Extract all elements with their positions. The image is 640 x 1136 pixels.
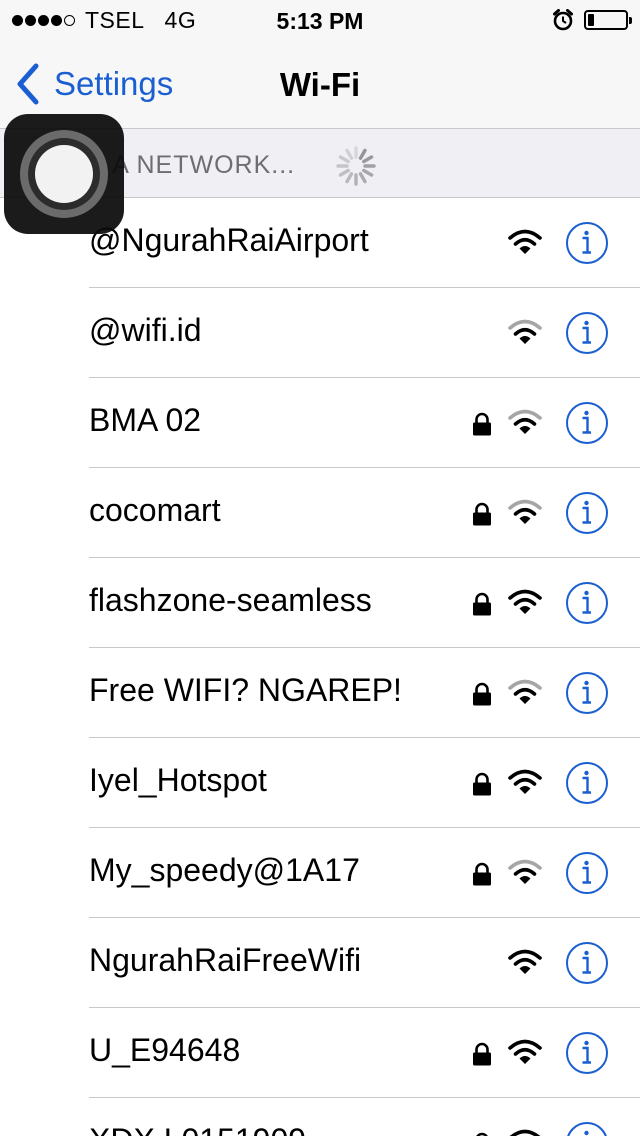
spinner-spoke <box>362 155 374 164</box>
network-list: @NgurahRaiAirport @wifi.id BMA 02 cocomart f… <box>0 198 640 1136</box>
lock-icon <box>473 502 491 526</box>
info-icon <box>582 590 591 614</box>
info-icon <box>582 230 591 254</box>
lock-icon <box>476 1132 488 1136</box>
spinner-spoke <box>358 172 367 184</box>
battery-level <box>588 14 594 26</box>
status-bar: TSEL 4G 5:13 PM <box>0 0 640 40</box>
network-row[interactable]: Iyel_Hotspot <box>0 738 640 828</box>
network-info-button[interactable] <box>566 1122 608 1136</box>
info-icon <box>582 770 591 794</box>
wifi-signal-icon <box>508 229 542 254</box>
network-row[interactable]: @wifi.id <box>0 288 640 378</box>
status-right <box>552 8 632 32</box>
loading-spinner-icon <box>336 146 376 186</box>
network-name: cocomart <box>89 492 221 528</box>
wifi-signal-icon <box>508 499 542 524</box>
network-row[interactable]: flashzone-seamless <box>0 558 640 648</box>
network-name: @wifi.id <box>89 312 202 348</box>
info-icon <box>584 1130 589 1136</box>
spinner-spoke <box>345 172 354 184</box>
assistive-touch-core <box>35 145 93 203</box>
info-icon <box>582 1040 591 1064</box>
info-icon <box>582 860 591 884</box>
wifi-signal-icon <box>508 409 542 434</box>
network-name: NgurahRaiFreeWifi <box>89 942 362 978</box>
spinner-spoke <box>338 155 350 164</box>
wifi-signal-icon <box>508 319 542 344</box>
network-info-button[interactable] <box>566 852 608 894</box>
network-name: U_E94648 <box>89 1032 241 1068</box>
info-icon <box>582 950 591 974</box>
assistive-touch-button[interactable] <box>4 114 124 234</box>
wifi-signal-icon <box>508 589 542 614</box>
alarm-clock-icon <box>553 9 573 31</box>
network-name: @NgurahRaiAirport <box>89 222 369 258</box>
spinner-spoke <box>338 168 350 177</box>
network-info-button[interactable] <box>566 222 608 264</box>
network-name: My_speedy@1A17 <box>89 852 360 888</box>
network-info-button[interactable] <box>566 1032 608 1074</box>
lock-icon <box>473 412 491 436</box>
network-row[interactable]: U_E94648 <box>0 1008 640 1098</box>
page-title: Wi-Fi <box>279 66 361 103</box>
network-row[interactable]: cocomart <box>0 468 640 558</box>
status-time: 5:13 PM <box>276 8 364 34</box>
spinner-spoke <box>358 148 367 160</box>
wifi-signal-icon <box>508 769 542 794</box>
network-info-button[interactable] <box>566 312 608 354</box>
battery-nub <box>629 17 632 24</box>
spinner-spoke <box>362 168 374 177</box>
lock-icon <box>473 682 491 706</box>
network-name: Iyel_Hotspot <box>89 762 267 798</box>
network-name: flashzone-seamless <box>89 582 372 618</box>
network-name: Free WIFI? NGAREP! <box>89 672 402 708</box>
info-icon <box>582 320 591 344</box>
battery-icon <box>584 10 632 30</box>
network-row[interactable]: BMA 02 <box>0 378 640 468</box>
network-row[interactable]: XDX L0151909 <box>0 1098 640 1136</box>
info-icon <box>582 410 591 434</box>
network-row[interactable]: My_speedy@1A17 <box>0 828 640 918</box>
network-info-button[interactable] <box>566 492 608 534</box>
wifi-signal-icon <box>508 1039 542 1064</box>
lock-icon <box>473 1042 491 1066</box>
network-name: BMA 02 <box>89 402 202 438</box>
network-info-button[interactable] <box>566 762 608 804</box>
wifi-signal-icon <box>508 679 542 704</box>
spinner-spoke <box>345 148 354 160</box>
network-info-button[interactable] <box>566 582 608 624</box>
lock-icon <box>473 592 491 616</box>
network-info-button[interactable] <box>566 942 608 984</box>
wifi-signal-icon <box>509 1129 541 1136</box>
info-icon <box>582 500 591 524</box>
wifi-signal-icon <box>508 949 542 974</box>
network-info-button[interactable] <box>566 402 608 444</box>
info-icon <box>582 680 591 704</box>
network-name: XDX L0151909 <box>89 1122 306 1136</box>
wifi-signal-icon <box>508 859 542 884</box>
lock-icon <box>473 772 491 796</box>
network-row[interactable]: Free WIFI? NGAREP! <box>0 648 640 738</box>
lock-icon <box>473 862 491 886</box>
network-info-button[interactable] <box>566 672 608 714</box>
network-row[interactable]: NgurahRaiFreeWifi <box>0 918 640 1008</box>
